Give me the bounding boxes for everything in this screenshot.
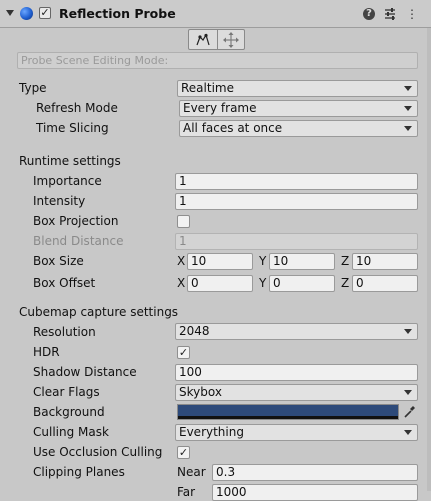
- refresh-mode-dropdown[interactable]: Every frame: [179, 100, 418, 117]
- box-offset-z-label: Z: [341, 276, 350, 290]
- occlusion-culling-checkbox[interactable]: ✓: [177, 446, 190, 459]
- chevron-down-icon: [404, 329, 412, 334]
- clear-flags-label: Clear Flags: [33, 385, 100, 399]
- scene-editing-mode-field: Probe Scene Editing Mode:: [17, 52, 418, 69]
- background-label: Background: [33, 405, 105, 419]
- box-size-y-label: Y: [259, 254, 267, 268]
- far-field[interactable]: 1000: [212, 484, 418, 501]
- component-enabled-checkbox[interactable]: ✓: [39, 7, 51, 19]
- type-label: Type: [19, 81, 47, 95]
- box-size-y-field[interactable]: 10: [269, 253, 335, 270]
- box-projection-checkbox[interactable]: [177, 215, 190, 228]
- refresh-mode-value: Every frame: [183, 101, 257, 115]
- edit-bounds-icon: [196, 33, 210, 45]
- culling-mask-dropdown[interactable]: Everything: [175, 424, 418, 441]
- type-value: Realtime: [181, 81, 234, 95]
- chevron-down-icon: [404, 430, 412, 435]
- box-size-z-field[interactable]: 10: [352, 253, 418, 270]
- time-slicing-dropdown[interactable]: All faces at once: [179, 120, 418, 137]
- culling-mask-value: Everything: [179, 425, 244, 439]
- more-options-icon[interactable]: ⋮: [405, 7, 419, 21]
- chevron-down-icon: [404, 390, 412, 395]
- cubemap-settings-header: Cubemap capture settings: [19, 305, 179, 319]
- time-slicing-value: All faces at once: [183, 121, 283, 135]
- edit-mode-toolbar: [188, 29, 245, 50]
- near-label: Near: [177, 465, 206, 479]
- resolution-label: Resolution: [33, 325, 96, 339]
- resolution-value: 2048: [179, 324, 210, 338]
- importance-field[interactable]: 1: [175, 173, 418, 190]
- box-offset-x-label: X: [177, 276, 186, 290]
- chevron-down-icon: [404, 86, 412, 91]
- presets-icon[interactable]: [383, 7, 397, 21]
- box-offset-z-field[interactable]: 0: [352, 275, 418, 292]
- box-size-x-field[interactable]: 10: [187, 253, 253, 270]
- component-header: ✓ Reflection Probe ? ⋮: [0, 0, 431, 28]
- edit-bounds-button[interactable]: [189, 30, 218, 49]
- move-button[interactable]: [217, 30, 245, 49]
- box-offset-x-field[interactable]: 0: [187, 275, 253, 292]
- refresh-mode-label: Refresh Mode: [36, 101, 118, 115]
- blend-distance-label: Blend Distance: [33, 234, 124, 248]
- box-offset-label: Box Offset: [33, 276, 96, 290]
- runtime-settings-header: Runtime settings: [19, 154, 121, 168]
- component-title: Reflection Probe: [59, 6, 176, 21]
- far-label: Far: [177, 485, 196, 499]
- eyedropper-icon[interactable]: [403, 404, 417, 419]
- scrollbar[interactable]: [427, 28, 431, 491]
- blend-distance-field: 1: [175, 233, 418, 250]
- time-slicing-label: Time Slicing: [36, 121, 109, 135]
- clear-flags-value: Skybox: [179, 385, 222, 399]
- resolution-dropdown[interactable]: 2048: [175, 323, 418, 340]
- type-dropdown[interactable]: Realtime: [177, 80, 418, 97]
- chevron-down-icon: [404, 126, 412, 131]
- hdr-label: HDR: [33, 345, 60, 359]
- help-icon[interactable]: ?: [363, 8, 375, 20]
- box-size-z-label: Z: [341, 254, 350, 268]
- background-color-field[interactable]: [177, 404, 399, 420]
- culling-mask-label: Culling Mask: [33, 425, 109, 439]
- chevron-down-icon: [404, 106, 412, 111]
- clear-flags-dropdown[interactable]: Skybox: [175, 384, 418, 401]
- hdr-checkbox[interactable]: ✓: [177, 346, 190, 359]
- box-projection-label: Box Projection: [33, 214, 119, 228]
- reflection-probe-icon: [20, 7, 33, 20]
- shadow-distance-field[interactable]: 100: [175, 364, 418, 381]
- clipping-planes-label: Clipping Planes: [33, 465, 125, 479]
- alpha-bar: [178, 416, 398, 419]
- box-offset-y-field[interactable]: 0: [269, 275, 335, 292]
- shadow-distance-label: Shadow Distance: [33, 365, 137, 379]
- intensity-label: Intensity: [33, 194, 86, 208]
- box-size-label: Box Size: [33, 254, 84, 268]
- intensity-field[interactable]: 1: [175, 193, 418, 210]
- occlusion-culling-label: Use Occlusion Culling: [33, 445, 163, 459]
- box-offset-y-label: Y: [259, 276, 267, 290]
- box-size-x-label: X: [177, 254, 186, 268]
- foldout-arrow-icon[interactable]: [6, 10, 14, 16]
- move-icon: [223, 31, 239, 48]
- importance-label: Importance: [33, 174, 102, 188]
- near-field[interactable]: 0.3: [212, 464, 418, 481]
